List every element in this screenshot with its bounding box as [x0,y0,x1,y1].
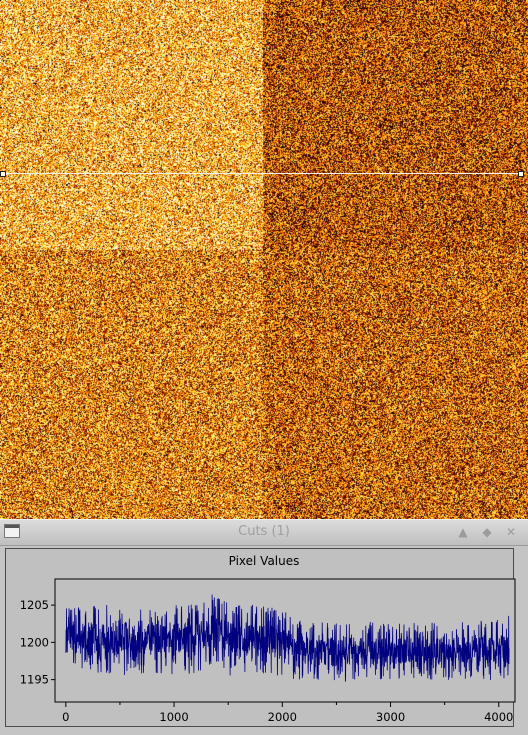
x-tick-label: 4000 [484,710,513,724]
x-tick-label: 2000 [268,710,297,724]
cuts-window: Cuts (1) ▲ ◆ ✕ Pixel Values 1195 1200 1205… [0,519,528,735]
x-tick-label: 1000 [159,710,188,724]
cut-line-right-handle[interactable] [518,171,524,177]
y-tick-label: 1200 [20,635,49,649]
horizontal-cut-line[interactable] [3,173,522,174]
y-tick-label: 1205 [20,598,49,612]
cut-line-left-handle[interactable] [0,171,6,177]
image-viewer[interactable] [0,0,528,519]
noise-image[interactable] [0,0,528,519]
x-tick-label: 0 [62,710,69,724]
pixel-values-chart: 1195 1200 1205 0 1000 2000 3000 4000 [20,578,516,724]
y-tick-label: 1195 [20,673,49,687]
x-tick-label: 3000 [376,710,405,724]
